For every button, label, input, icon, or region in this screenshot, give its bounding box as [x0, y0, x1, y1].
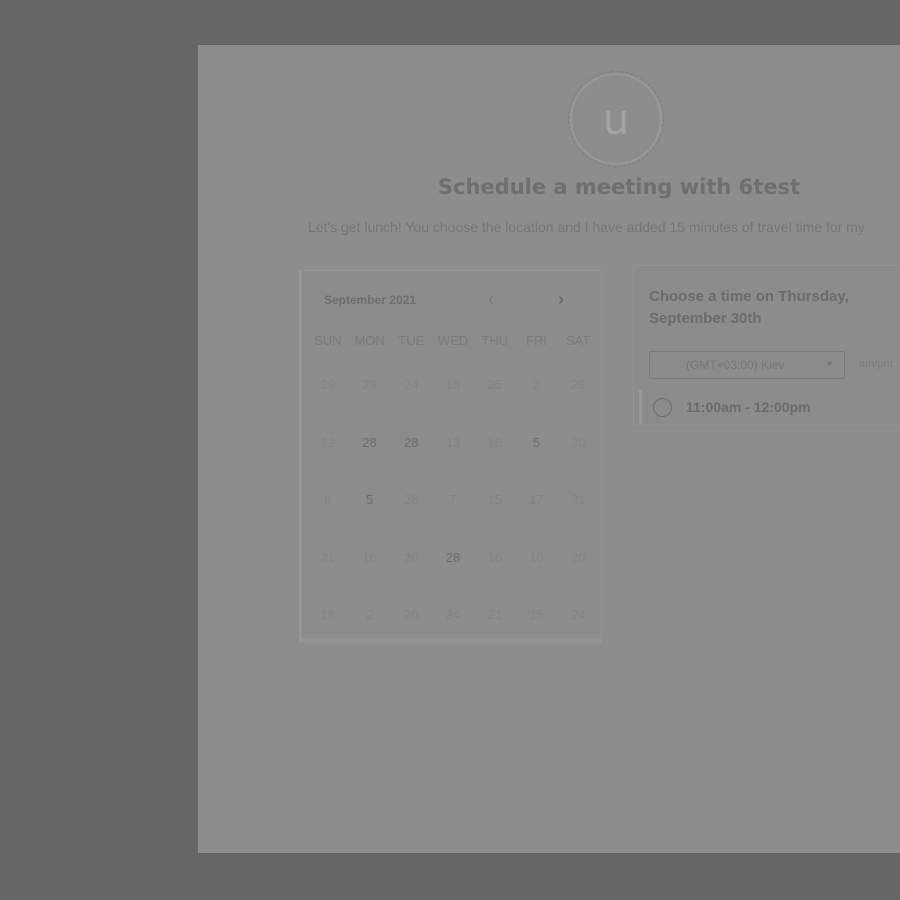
time-picker-heading: Choose a time on Thursday, September 30t… [649, 288, 849, 327]
calendar-day-grid: 29 29 24 15 25 2 29 12 28 28 13 16 5 20 … [307, 369, 599, 657]
calendar-day[interactable]: 24 [432, 599, 474, 657]
calendar-day[interactable]: 31 [557, 484, 599, 542]
calendar-day[interactable]: 24 [557, 599, 599, 657]
chevron-left-icon[interactable]: ‹ [488, 289, 494, 310]
scheduling-page: u Schedule a meeting with 6test Let's ge… [198, 45, 900, 853]
calendar-day[interactable]: 2 [349, 599, 391, 657]
calendar-day[interactable]: 29 [557, 369, 599, 427]
calendar-day[interactable]: 16 [474, 542, 516, 600]
weekday-sat: SAT [565, 333, 591, 348]
page-title: Schedule a meeting with 6test [437, 175, 801, 199]
time-slot-label: 11:00am - 12:00pm [686, 399, 811, 415]
timezone-value: (GMT+03:00) Kiev [686, 358, 785, 372]
calendar-day[interactable]: 15 [432, 369, 474, 427]
calendar-day[interactable]: 28 [390, 427, 432, 485]
calendar-day[interactable]: 28 [349, 427, 391, 485]
time-slot-option[interactable]: 11:00am - 12:00pm [639, 390, 900, 424]
calendar-day[interactable]: 15 [516, 599, 558, 657]
radio-button-icon[interactable] [653, 397, 672, 417]
calendar-day[interactable]: 25 [474, 369, 516, 427]
calendar-day[interactable]: 18 [349, 542, 391, 600]
calendar-day[interactable]: 20 [557, 542, 599, 600]
weekday-tue: TUE [398, 333, 425, 348]
calendar-day[interactable]: 12 [307, 427, 349, 485]
calendar-day[interactable]: 21 [474, 599, 516, 657]
calendar-day[interactable]: 10 [516, 542, 558, 600]
calendar-day[interactable]: 13 [432, 427, 474, 485]
calendar-day[interactable]: 21 [307, 542, 349, 600]
weekday-mon: MON [354, 333, 385, 348]
calendar-day[interactable]: 29 [307, 369, 349, 427]
calendar-day[interactable]: 6 [307, 484, 349, 542]
weekday-thu: THU [481, 333, 509, 348]
weekday-wed: WED [437, 333, 469, 348]
calendar-bottom-border [302, 638, 601, 642]
calendar-day[interactable]: 17 [516, 484, 558, 542]
calendar-month-label: September 2021 [324, 293, 417, 307]
calendar-day[interactable]: 15 [474, 484, 516, 542]
calendar-day[interactable]: 2 [516, 369, 558, 427]
weekday-sun: SUN [314, 333, 342, 348]
calendar-day[interactable]: 28 [432, 542, 474, 600]
weekday-header: SUN MON TUE WED THU FRI SAT [307, 333, 599, 348]
calendar-day[interactable]: 24 [390, 369, 432, 427]
weekday-fri: FRI [525, 333, 547, 348]
avatar: u [568, 71, 664, 167]
calendar-day[interactable]: 29 [349, 369, 391, 427]
calendar-day[interactable]: 18 [307, 599, 349, 657]
calendar-day[interactable]: 5 [349, 484, 391, 542]
chevron-right-icon[interactable]: › [558, 289, 564, 310]
calendar-day[interactable]: 26 [390, 484, 432, 542]
meeting-description: Let's get lunch! You choose the location… [308, 219, 865, 235]
caret-down-icon: ▼ [825, 359, 834, 369]
calendar-day[interactable]: 20 [557, 427, 599, 485]
date-picker-calendar: September 2021 ‹ › SUN MON TUE WED THU F… [299, 270, 602, 643]
time-format-toggle[interactable]: am/pm [859, 358, 893, 370]
calendar-day[interactable]: 7 [432, 484, 474, 542]
calendar-day[interactable]: 5 [516, 427, 558, 485]
timezone-select[interactable]: (GMT+03:00) Kiev ▼ [649, 351, 845, 379]
calendar-day[interactable]: 20 [390, 599, 432, 657]
time-picker-panel: Choose a time on Thursday, September 30t… [633, 265, 900, 425]
calendar-day[interactable]: 20 [390, 542, 432, 600]
calendar-day[interactable]: 16 [474, 427, 516, 485]
